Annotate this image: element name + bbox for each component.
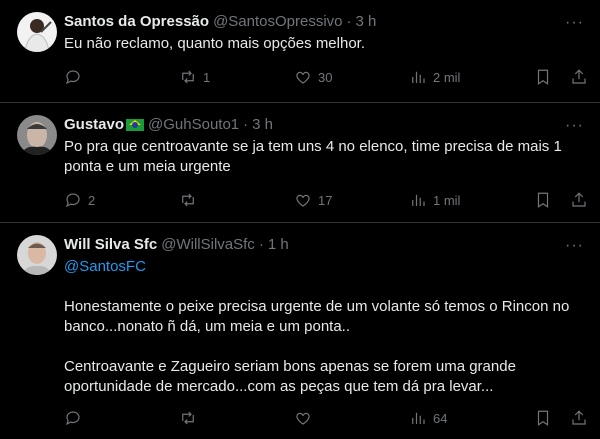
tweet-header: Santos da Opressão @SantosOpressivo · 3 … — [64, 12, 584, 32]
brazil-flag-icon — [126, 119, 145, 131]
action-bar: 1 30 2 mil — [64, 66, 586, 88]
views-button[interactable]: 64 — [409, 409, 504, 427]
bookmark-button[interactable] — [534, 409, 552, 427]
tweet[interactable]: Gustavo @GuhSouto1 · 3 h Po pra que cent… — [0, 103, 600, 223]
share-icon — [572, 69, 586, 84]
like-count: 30 — [318, 69, 333, 85]
like-icon — [296, 194, 310, 207]
views-count: 1 mil — [433, 192, 461, 208]
action-bar: 2 17 1 mil — [64, 189, 586, 211]
bookmark-icon — [537, 69, 549, 85]
bookmark-button[interactable] — [534, 68, 552, 86]
tweet-header: Will Silva Sfc @WillSilvaSfc · 1 h — [64, 235, 584, 255]
retweet-icon — [182, 411, 194, 425]
retweet-icon — [182, 193, 194, 207]
action-bar: 64 — [64, 407, 586, 429]
user-handle[interactable]: @WillSilvaSfc — [161, 235, 255, 255]
timestamp[interactable]: 3 h — [356, 12, 377, 32]
tweet-header: Gustavo @GuhSouto1 · 3 h — [64, 115, 584, 135]
tweet-text: Eu não reclamo, quanto mais opções melho… — [64, 35, 366, 52]
views-icon — [412, 412, 425, 424]
avatar[interactable] — [17, 115, 57, 155]
timestamp[interactable]: 3 h — [252, 115, 273, 135]
like-button[interactable]: 17 — [294, 191, 409, 209]
user-name[interactable]: Santos da Opressão — [64, 12, 209, 32]
reply-button[interactable] — [64, 409, 179, 427]
avatar[interactable] — [17, 12, 57, 52]
reply-button[interactable] — [64, 68, 179, 86]
share-button[interactable] — [570, 191, 588, 209]
like-button[interactable]: 30 — [294, 68, 409, 86]
share-icon — [572, 410, 586, 425]
more-icon[interactable]: ··· — [565, 117, 584, 135]
more-icon[interactable]: ··· — [565, 237, 584, 255]
user-handle[interactable]: @GuhSouto1 — [148, 115, 239, 135]
retweet-button[interactable] — [179, 191, 294, 209]
tweet-text: Honestamente o peixe precisa urgente de … — [64, 298, 570, 395]
tweet[interactable]: Santos da Opressão @SantosOpressivo · 3 … — [0, 0, 600, 103]
retweet-count: 1 — [203, 69, 211, 85]
retweet-button[interactable]: 1 — [179, 68, 294, 86]
bookmark-icon — [537, 410, 549, 426]
views-count: 2 mil — [433, 69, 461, 85]
like-count: 17 — [318, 192, 333, 208]
tweet-text: Po pra que centroavante se ja tem uns 4 … — [64, 138, 566, 175]
bookmark-button[interactable] — [534, 191, 552, 209]
separator-dot: · — [346, 13, 352, 30]
views-icon — [412, 194, 425, 206]
reply-icon — [65, 70, 80, 85]
views-count: 64 — [433, 410, 448, 426]
reply-icon — [65, 411, 80, 426]
user-name[interactable]: Will Silva Sfc — [64, 235, 157, 255]
separator-dot: · — [243, 116, 249, 133]
reply-count: 2 — [88, 192, 96, 208]
user-handle[interactable]: @SantosOpressivo — [213, 12, 342, 32]
views-button[interactable]: 2 mil — [409, 68, 504, 86]
separator-dot: · — [258, 236, 264, 253]
share-button[interactable] — [570, 68, 588, 86]
mention-link[interactable]: @SantosFC — [64, 257, 584, 277]
retweet-button[interactable] — [179, 409, 294, 427]
share-button[interactable] — [570, 409, 588, 427]
tweet[interactable]: Will Silva Sfc @WillSilvaSfc · 1 h @Sant… — [0, 223, 600, 439]
avatar[interactable] — [17, 235, 57, 275]
views-icon — [412, 71, 425, 83]
like-button[interactable] — [294, 409, 409, 427]
more-icon[interactable]: ··· — [565, 14, 584, 32]
views-button[interactable]: 1 mil — [409, 191, 504, 209]
like-icon — [296, 412, 310, 425]
reply-button[interactable]: 2 — [64, 191, 179, 209]
retweet-icon — [182, 70, 194, 84]
user-name[interactable]: Gustavo — [64, 115, 124, 135]
bookmark-icon — [537, 192, 549, 208]
share-icon — [572, 192, 586, 207]
timestamp[interactable]: 1 h — [268, 235, 289, 255]
like-icon — [296, 71, 310, 84]
reply-icon — [65, 193, 80, 208]
